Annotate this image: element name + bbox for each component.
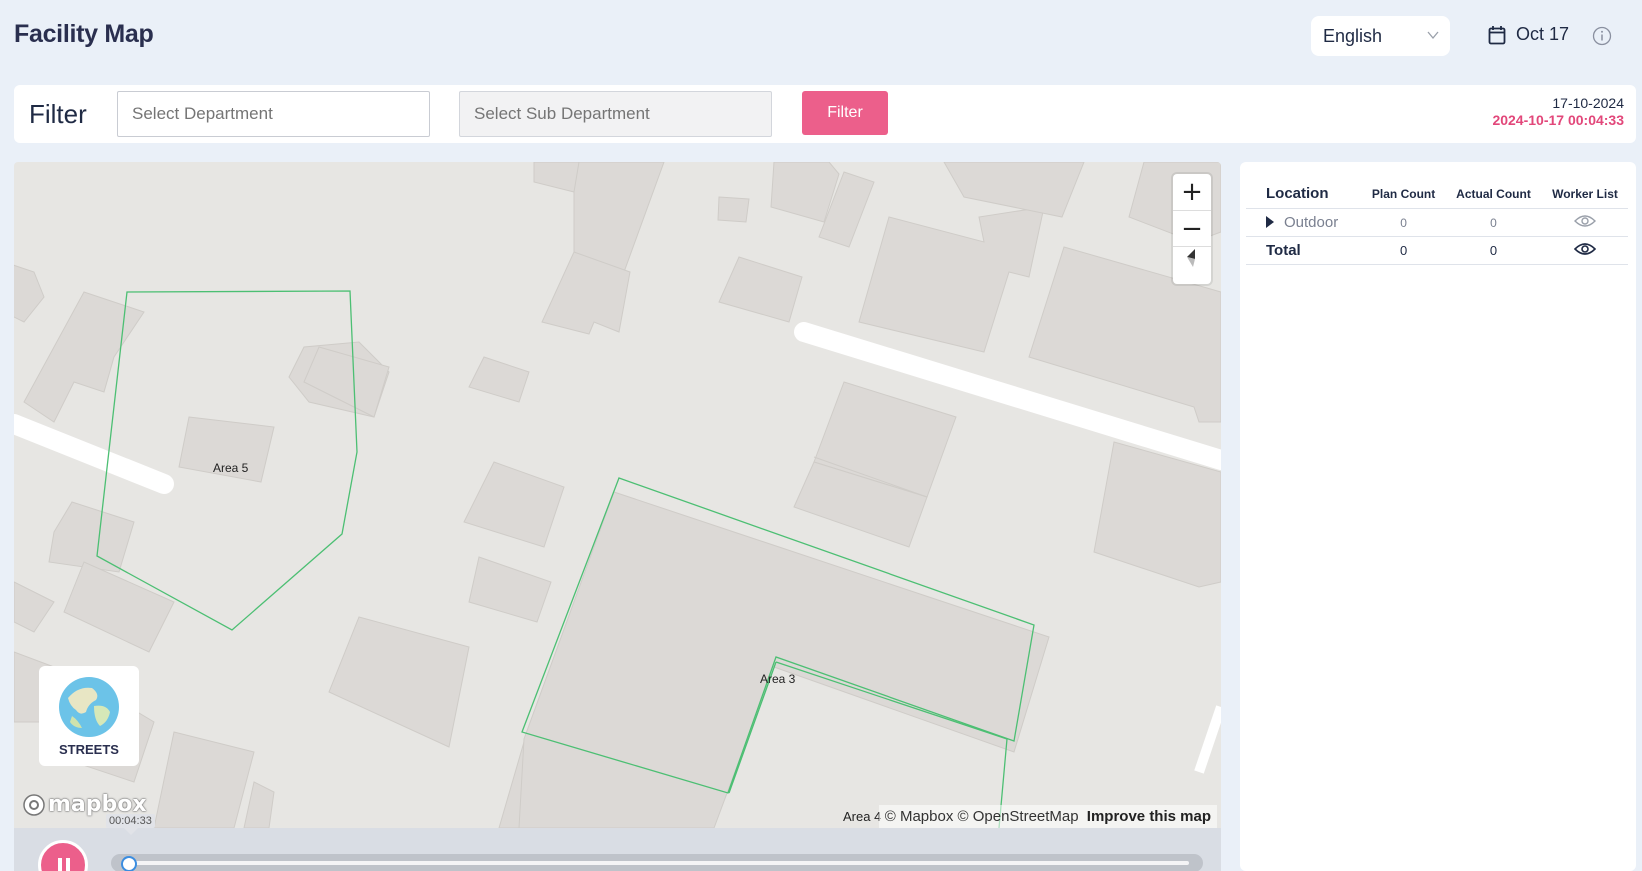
map-attribution: © Mapbox © OpenStreetMap Improve this ma… [878,805,1217,828]
attribution-text[interactable]: © Mapbox © OpenStreetMap [885,808,1079,825]
language-select[interactable]: English [1311,16,1450,56]
zoom-out-button[interactable]: − [1173,210,1211,246]
worker-list-cell [1541,208,1628,237]
language-value: English [1323,25,1383,46]
calendar-icon [1488,25,1506,44]
time-tooltip: 00:04:33 [106,814,155,835]
location-cell[interactable]: Outdoor [1246,208,1363,237]
playback-bar: 00:04:33 [14,814,1221,871]
header-actual-count: Actual Count [1445,182,1542,209]
location-panel: Location Plan Count Actual Count Worker … [1240,162,1636,871]
area-label-3: Area 3 [760,672,796,686]
compass-icon [1187,249,1195,267]
date-value: Oct 17 [1516,24,1570,44]
date-short: 17-10-2024 [1552,95,1624,111]
map-style-switcher[interactable]: STREETS [39,666,139,766]
compass-button[interactable] [1173,246,1211,282]
zoom-in-button[interactable]: + [1173,174,1211,210]
map-style-label: STREETS [59,742,119,757]
plan-count-cell: 0 [1362,208,1446,237]
total-worker-list-cell [1541,236,1628,265]
pause-icon-bar-left [58,858,62,871]
current-datetime: 2024-10-17 00:04:33 [1492,112,1624,128]
filter-button[interactable]: Filter [802,91,888,135]
filter-label: Filter [29,99,87,129]
filter-bar: Filter Filter 17-10-2024 2024-10-17 00:0… [14,85,1636,143]
sub-department-select[interactable] [459,91,772,137]
pause-button[interactable] [38,840,88,871]
area-label-5: Area 5 [213,461,249,475]
info-icon[interactable] [1592,26,1612,46]
total-row: Total 0 0 [1246,236,1628,265]
zoom-control: + − [1173,174,1211,284]
pause-icon-bar-right [66,858,70,871]
timeline-slider[interactable] [111,854,1203,871]
timeline-thumb[interactable] [121,856,137,871]
expand-caret-icon[interactable] [1266,216,1274,228]
actual-count-cell: 0 [1445,208,1542,237]
total-label: Total [1246,236,1363,265]
date-stack: 17-10-2024 2024-10-17 00:04:33 [1492,95,1624,128]
map-base [14,162,1221,828]
department-select[interactable] [117,91,430,137]
page-title: Facility Map [14,20,154,48]
area-label-4: Area 4 [843,809,882,824]
location-table: Location Plan Count Actual Count Worker … [1246,182,1628,265]
mapbox-icon [23,793,45,816]
table-row[interactable]: Outdoor 0 0 [1246,208,1628,237]
globe-icon [59,677,119,737]
date-picker[interactable]: Oct 17 [1488,24,1569,45]
timeline-track [121,861,1189,865]
location-name: Outdoor [1284,214,1339,231]
total-plan-count: 0 [1362,236,1446,265]
improve-map-link[interactable]: Improve this map [1087,808,1211,825]
total-actual-count: 0 [1445,236,1542,265]
header-plan-count: Plan Count [1362,182,1446,209]
map-canvas[interactable]: Area 5 Area 3 Area 4 + − STREETS mapbox … [14,162,1221,828]
eye-icon[interactable] [1573,214,1596,228]
eye-icon[interactable] [1573,242,1597,256]
chevron-down-icon [1427,31,1439,40]
header-location: Location [1246,182,1363,209]
buildings [14,162,1221,828]
header-worker-list: Worker List [1541,182,1628,209]
